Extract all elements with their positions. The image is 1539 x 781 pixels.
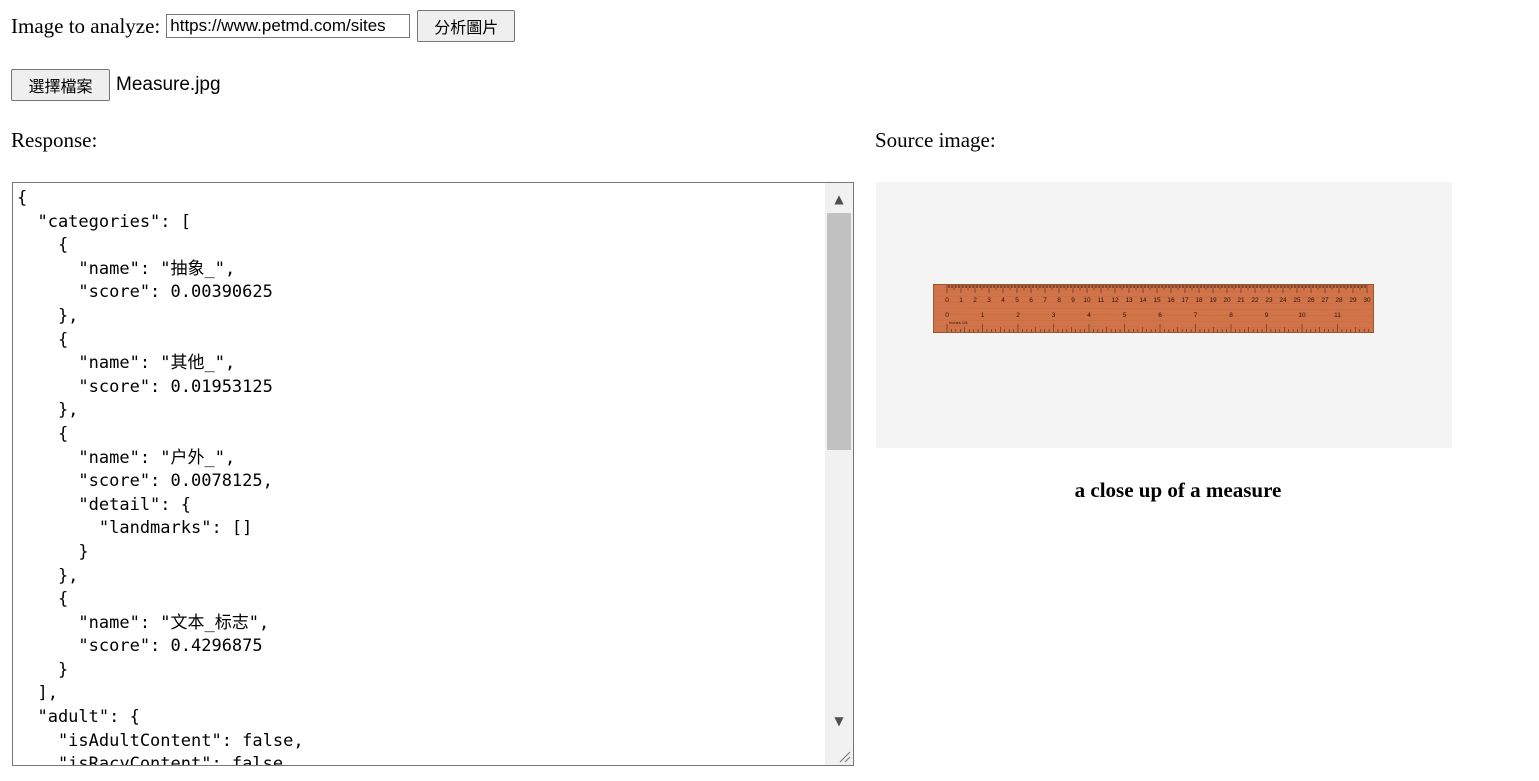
svg-text:4: 4 — [1087, 312, 1091, 319]
svg-text:15: 15 — [1153, 297, 1161, 304]
svg-text:7: 7 — [1043, 297, 1047, 304]
svg-text:3: 3 — [1052, 312, 1056, 319]
svg-text:13: 13 — [1125, 297, 1133, 304]
svg-text:6: 6 — [1158, 312, 1162, 319]
svg-text:11: 11 — [1098, 297, 1105, 304]
scroll-thumb[interactable] — [827, 213, 851, 450]
svg-text:24: 24 — [1279, 297, 1287, 304]
svg-text:28: 28 — [1335, 297, 1343, 304]
resize-grip-icon[interactable] — [837, 749, 851, 763]
svg-text:0: 0 — [945, 297, 949, 304]
svg-text:20: 20 — [1223, 297, 1231, 304]
svg-text:30: 30 — [1363, 297, 1371, 304]
svg-text:5: 5 — [1123, 312, 1127, 319]
url-row: Image to analyze: https://www.petmd.com/… — [11, 10, 516, 42]
svg-text:11: 11 — [1334, 312, 1341, 319]
svg-text:19: 19 — [1209, 297, 1217, 304]
svg-text:3: 3 — [987, 297, 991, 304]
triangle-down-icon[interactable]: ▼ — [825, 707, 853, 735]
svg-text:6: 6 — [1029, 297, 1033, 304]
selected-file-name: Measure.jpg — [116, 74, 221, 95]
svg-text:8: 8 — [1229, 312, 1233, 319]
response-textarea[interactable]: { "categories": [ { "name": "抽象_", "scor… — [12, 182, 854, 766]
svg-text:21: 21 — [1237, 297, 1245, 304]
svg-text:9: 9 — [1071, 297, 1075, 304]
response-scrollbar[interactable]: ▲ ▼ — [825, 183, 853, 765]
svg-text:18: 18 — [1195, 297, 1203, 304]
response-label: Response: — [11, 128, 98, 152]
svg-text:Inches 1/8: Inches 1/8 — [949, 320, 968, 325]
analyze-image-button[interactable]: 分析圖片 — [417, 10, 516, 42]
svg-text:23: 23 — [1265, 297, 1273, 304]
svg-text:1: 1 — [959, 297, 963, 304]
ruler-image: 0 1 2 3 4 5 6 7 8 9 10 11 12 13 14 15 16 17 18 19 20 21 22 23 24… — [933, 284, 1374, 333]
response-json-text: { "categories": [ { "name": "抽象_", "scor… — [17, 188, 304, 765]
source-image: 0 1 2 3 4 5 6 7 8 9 10 11 12 13 14 15 16 17 18 19 20 21 22 23 24… — [876, 182, 1452, 448]
svg-text:29: 29 — [1349, 297, 1357, 304]
svg-text:27: 27 — [1321, 297, 1329, 304]
source-image-label: Source image: — [875, 128, 996, 152]
svg-text:12: 12 — [1111, 297, 1119, 304]
file-row: 選擇檔案 Measure.jpg — [11, 69, 221, 101]
image-to-analyze-label: Image to analyze: — [11, 13, 161, 38]
triangle-up-icon[interactable]: ▲ — [825, 185, 853, 213]
svg-text:2: 2 — [1016, 312, 1020, 319]
svg-text:5: 5 — [1015, 297, 1019, 304]
svg-text:26: 26 — [1307, 297, 1315, 304]
svg-text:17: 17 — [1181, 297, 1189, 304]
svg-text:10: 10 — [1083, 297, 1091, 304]
image-url-input[interactable]: https://www.petmd.com/sites — [166, 14, 411, 38]
svg-text:9: 9 — [1265, 312, 1269, 319]
svg-text:10: 10 — [1298, 312, 1306, 319]
svg-text:0: 0 — [945, 312, 949, 319]
svg-text:25: 25 — [1293, 297, 1301, 304]
svg-text:8: 8 — [1057, 297, 1061, 304]
svg-text:16: 16 — [1167, 297, 1175, 304]
svg-text:22: 22 — [1251, 297, 1259, 304]
image-caption: a close up of a measure — [1074, 478, 1282, 502]
svg-text:4: 4 — [1001, 297, 1005, 304]
svg-text:7: 7 — [1194, 312, 1198, 319]
svg-text:2: 2 — [973, 297, 977, 304]
choose-file-button[interactable]: 選擇檔案 — [11, 69, 110, 101]
svg-text:1: 1 — [981, 312, 985, 319]
svg-text:14: 14 — [1139, 297, 1147, 304]
